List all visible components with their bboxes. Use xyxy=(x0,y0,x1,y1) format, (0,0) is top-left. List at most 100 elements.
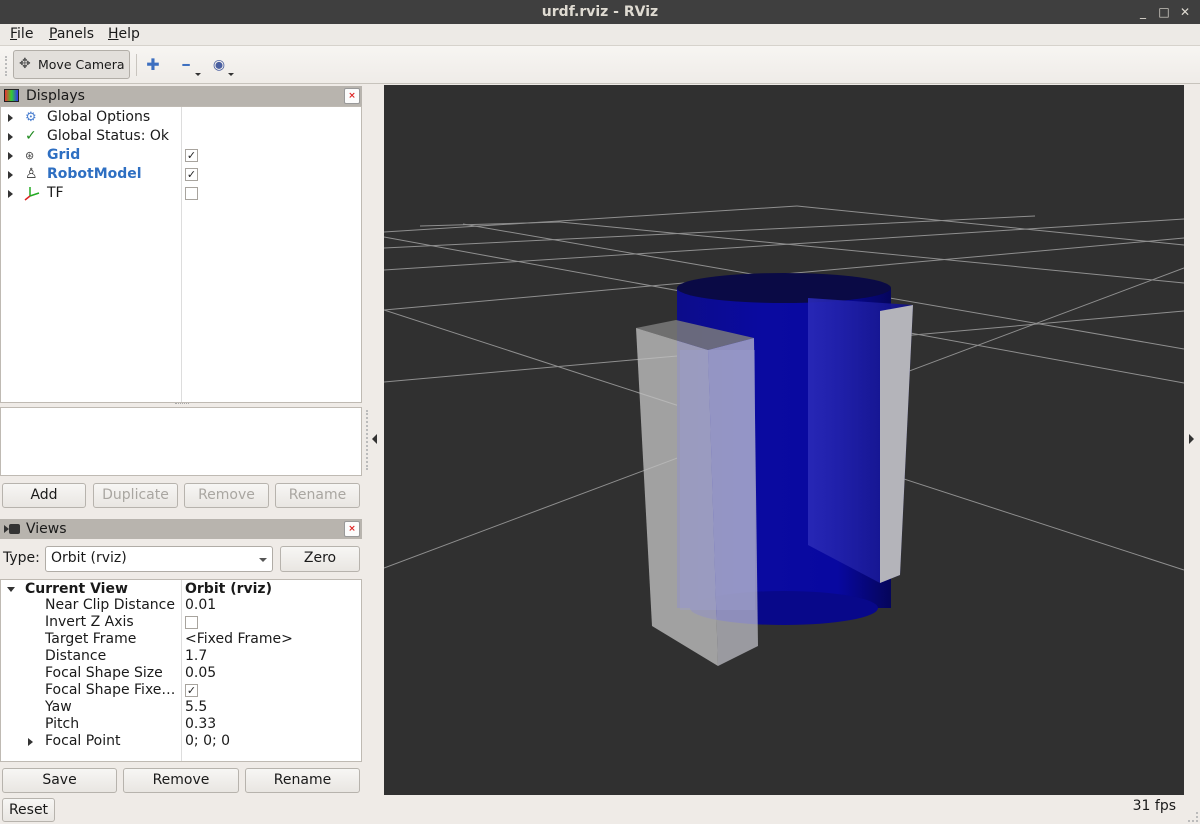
view-type-select[interactable]: Orbit (rviz) xyxy=(45,546,273,572)
collapse-arrow-icon[interactable] xyxy=(7,587,15,592)
expand-arrow-icon[interactable] xyxy=(8,133,13,141)
display-item-global-options[interactable]: ⚙ Global Options xyxy=(1,108,361,127)
zero-view-button[interactable]: Zero xyxy=(280,546,360,572)
fps-counter: 31 fps xyxy=(1132,798,1176,814)
close-window-button[interactable]: ✕ xyxy=(1176,0,1194,24)
view-type-value: Orbit (rviz) xyxy=(51,550,127,566)
add-display-button[interactable]: Add xyxy=(2,483,86,508)
display-item-grid[interactable]: ⊛ Grid ✓ xyxy=(1,146,361,165)
expand-arrow-icon[interactable] xyxy=(8,190,13,198)
display-item-label: Global Options xyxy=(47,109,151,125)
window-titlebar: urdf.rviz - RViz xyxy=(0,0,1200,24)
grid-line xyxy=(384,205,798,233)
focal-shape-fixed-checkbox[interactable]: ✓ xyxy=(185,684,198,697)
save-view-button[interactable]: Save xyxy=(2,768,117,793)
monitor-icon xyxy=(4,89,19,102)
expand-arrow-icon[interactable] xyxy=(8,171,13,179)
move-camera-button[interactable]: ✥ Move Camera xyxy=(13,50,130,79)
property-value[interactable]: 1.7 xyxy=(185,648,207,665)
property-row[interactable]: Invert Z Axis xyxy=(1,614,361,631)
rename-display-button[interactable]: Rename xyxy=(275,483,360,508)
grid-line xyxy=(796,205,1184,246)
property-label: Focal Point xyxy=(45,733,121,749)
property-value[interactable]: 0.05 xyxy=(185,665,216,682)
display-item-global-status[interactable]: ✓ Global Status: Ok xyxy=(1,127,361,146)
expand-arrow-icon[interactable] xyxy=(28,738,33,746)
display-item-tf[interactable]: TF xyxy=(1,184,361,203)
chevron-down-icon[interactable] xyxy=(195,73,201,76)
property-row[interactable]: Focal Shape Size 0.05 xyxy=(1,665,361,682)
menu-panels[interactable]: Panels xyxy=(49,26,94,42)
camera-type-button[interactable]: ◉ xyxy=(208,54,230,76)
splitter-handle[interactable] xyxy=(175,403,189,406)
reset-button[interactable]: Reset xyxy=(2,798,55,822)
views-title: Views xyxy=(26,521,67,537)
displays-panel-header: Displays × xyxy=(0,86,362,106)
grid-line xyxy=(384,215,1036,249)
eye-icon: ◉ xyxy=(212,57,226,73)
rename-view-button[interactable]: Rename xyxy=(245,768,360,793)
view-type-label: Type: xyxy=(3,550,40,566)
tf-enabled-checkbox[interactable] xyxy=(185,187,198,200)
toolbar-separator xyxy=(136,54,137,76)
menu-file-mnemonic: F xyxy=(10,26,18,42)
property-row[interactable]: Distance 1.7 xyxy=(1,648,361,665)
collapse-right-icon[interactable] xyxy=(1189,434,1194,444)
display-item-label: TF xyxy=(47,185,64,201)
dock-splitter-grip[interactable] xyxy=(366,410,368,470)
property-value[interactable]: 5.5 xyxy=(185,699,207,716)
property-label: Focal Shape Fixe… xyxy=(45,682,176,698)
remove-display-button[interactable]: Remove xyxy=(184,483,269,508)
resize-grip[interactable] xyxy=(1188,812,1198,822)
cylinder-top xyxy=(677,273,891,303)
current-view-label: Current View xyxy=(25,581,128,597)
menu-file[interactable]: File xyxy=(10,26,33,42)
menu-help-mnemonic: H xyxy=(108,26,119,42)
property-value[interactable]: 0.01 xyxy=(185,597,216,614)
close-displays-button[interactable]: × xyxy=(344,88,360,104)
3d-render-viewport[interactable] xyxy=(384,85,1184,795)
menu-help[interactable]: Help xyxy=(108,26,140,42)
robot-icon: ♙ xyxy=(25,166,38,182)
robotmodel-enabled-checkbox[interactable]: ✓ xyxy=(185,168,198,181)
toolbar-grip[interactable] xyxy=(5,56,8,76)
views-tree: Current View Orbit (rviz) Near Clip Dist… xyxy=(0,579,362,762)
move-camera-icon: ✥ xyxy=(19,56,31,72)
property-label: Distance xyxy=(45,648,107,664)
property-value[interactable]: <Fixed Frame> xyxy=(185,631,293,648)
property-row[interactable]: Pitch 0.33 xyxy=(1,716,361,733)
displays-tree: ⚙ Global Options ✓ Global Status: Ok ⊛ G… xyxy=(0,106,362,403)
maximize-button[interactable]: □ xyxy=(1155,0,1173,24)
expand-arrow-icon[interactable] xyxy=(8,152,13,160)
remove-tool-button[interactable]: ━ xyxy=(175,54,197,76)
property-row[interactable]: Yaw 5.5 xyxy=(1,699,361,716)
property-row[interactable]: Focal Shape Fixe… ✓ xyxy=(1,682,361,699)
grid-enabled-checkbox[interactable]: ✓ xyxy=(185,149,198,162)
chevron-down-icon xyxy=(259,558,267,562)
property-row[interactable]: Focal Point 0; 0; 0 xyxy=(1,733,361,750)
window-title: urdf.rviz - RViz xyxy=(541,4,659,20)
collapse-left-icon[interactable] xyxy=(372,434,377,444)
grid-icon: ⊛ xyxy=(25,149,35,162)
duplicate-display-button[interactable]: Duplicate xyxy=(93,483,178,508)
invert-z-axis-checkbox[interactable] xyxy=(185,616,198,629)
display-item-robotmodel[interactable]: ♙ RobotModel ✓ xyxy=(1,165,361,184)
property-value[interactable]: 0.33 xyxy=(185,716,216,733)
property-row[interactable]: Near Clip Distance 0.01 xyxy=(1,597,361,614)
minus-icon: ━ xyxy=(182,58,190,72)
grid-line xyxy=(384,218,1184,271)
gear-icon: ⚙ xyxy=(25,110,37,125)
add-tool-button[interactable]: ✚ xyxy=(142,54,164,76)
property-row[interactable]: Target Frame <Fixed Frame> xyxy=(1,631,361,648)
display-item-label: RobotModel xyxy=(47,166,142,182)
chevron-down-icon[interactable] xyxy=(228,73,234,76)
close-views-button[interactable]: × xyxy=(344,521,360,537)
property-value[interactable]: 0; 0; 0 xyxy=(185,733,230,750)
current-view-row[interactable]: Current View Orbit (rviz) xyxy=(1,580,361,598)
menubar: File Panels Help xyxy=(0,24,1200,46)
move-camera-label: Move Camera xyxy=(38,57,125,72)
remove-view-button[interactable]: Remove xyxy=(123,768,239,793)
checkmark-icon: ✓ xyxy=(25,128,37,144)
expand-arrow-icon[interactable] xyxy=(8,114,13,122)
minimize-button[interactable]: _ xyxy=(1134,0,1152,24)
